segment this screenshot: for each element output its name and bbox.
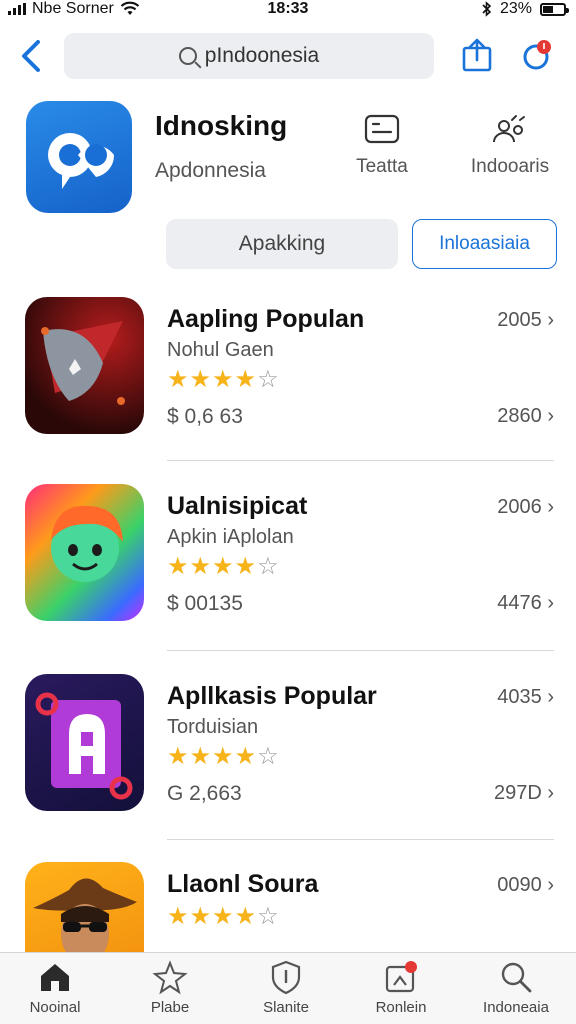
meta-label-2: Indooaris: [470, 156, 550, 177]
app-thumbnail-3: [25, 674, 144, 811]
search-icon: [501, 962, 532, 993]
meta-item-2[interactable]: Indooaris: [462, 112, 558, 178]
tab-label: Slanite: [263, 999, 309, 1016]
tab-home[interactable]: Nooinal: [0, 959, 110, 1016]
tab-updates[interactable]: Ronlein: [346, 959, 456, 1016]
house-icon: [41, 964, 69, 991]
app-subtitle: Apdonnesia: [155, 159, 266, 182]
battery-icon: [540, 2, 569, 16]
secondary-button[interactable]: Inloaasiaia: [412, 219, 557, 269]
search-text: pIndoonesia: [204, 44, 320, 67]
divider: [167, 460, 554, 461]
list-item[interactable]: Ualnisipicat Apkin iAplolan ★★★★☆ $ 0013…: [0, 484, 576, 664]
app-subtitle: Nohul Gaen: [167, 339, 274, 361]
app-thumbnail-4: [25, 862, 144, 952]
back-chevron-icon[interactable]: [16, 36, 46, 76]
share-icon[interactable]: [461, 38, 493, 72]
search-field[interactable]: pIndoonesia: [64, 33, 434, 79]
status-bar: Nbe Sorner 18:33 23%: [0, 0, 576, 22]
app-stat-2: 297D ›: [493, 782, 554, 804]
star-rating: ★★★★☆: [167, 743, 280, 770]
list-item[interactable]: Llaonl Soura ★★★★☆ 0090 ›: [0, 862, 576, 952]
app-stat-1: 2005 ›: [497, 309, 554, 331]
divider: [167, 650, 554, 651]
updates-icon: [385, 961, 417, 993]
star-rating: ★★★★☆: [167, 366, 280, 393]
app-title: Llaonl Soura: [167, 870, 319, 898]
app-title: Apllkasis Popular: [167, 682, 377, 710]
list-item[interactable]: Apllkasis Popular Torduisian ★★★★☆ G 2,6…: [0, 674, 576, 854]
list-item[interactable]: Aapling Populan Nohul Gaen ★★★★☆ $ 0,6 6…: [0, 297, 576, 477]
app-thumbnail-1: [25, 297, 144, 434]
star-rating: ★★★★☆: [167, 553, 280, 580]
app-thumbnail-2: [25, 484, 144, 621]
app-stat-1: 0090 ›: [497, 874, 554, 896]
tab-label: Plabe: [150, 999, 190, 1016]
search-icon: [178, 47, 197, 65]
app-price: $ 00135: [167, 592, 243, 615]
tab-featured[interactable]: Plabe: [115, 959, 225, 1016]
tab-security[interactable]: Slanite: [231, 959, 341, 1016]
app-price: $ 0,6 63: [167, 405, 243, 428]
bluetooth-icon: [482, 1, 492, 17]
app-icon: [26, 101, 132, 213]
divider: [167, 839, 554, 840]
star-rating: ★★★★☆: [167, 903, 280, 930]
tab-label: Indoneaia: [483, 999, 549, 1016]
people-icon: [493, 115, 525, 143]
notification-icon[interactable]: [522, 38, 552, 72]
app-title: Idnosking: [155, 110, 288, 141]
app-title: Ualnisipicat: [167, 492, 308, 520]
app-stat-2: 2860 ›: [497, 405, 554, 427]
battery-percent: 23%: [499, 0, 532, 17]
get-button[interactable]: Apakking: [166, 219, 398, 269]
tab-label: Nooinal: [29, 999, 81, 1016]
tab-label: Ronlein: [375, 999, 427, 1016]
app-stat-2: 4476 ›: [497, 592, 554, 614]
app-subtitle: Torduisian: [167, 716, 259, 738]
shield-icon: [271, 960, 301, 995]
app-stat-1: 2006 ›: [497, 496, 554, 518]
status-right: 23%: [482, 0, 569, 18]
nav-bar: pIndoonesia: [0, 30, 576, 82]
meta-label-1: Teatta: [356, 156, 408, 177]
app-title: Aapling Populan: [167, 305, 365, 333]
meta-item-1[interactable]: Teatta: [352, 112, 412, 178]
tab-bar: Nooinal Plabe Slanite Ronlein Indoneaia: [0, 952, 576, 1024]
message-icon: [364, 114, 400, 144]
app-subtitle: Apkin iAplolan: [167, 526, 294, 548]
app-price: G 2,663: [167, 782, 242, 805]
app-stat-1: 4035 ›: [497, 686, 554, 708]
star-icon: [152, 960, 188, 995]
tab-search[interactable]: Indoneaia: [461, 959, 571, 1016]
